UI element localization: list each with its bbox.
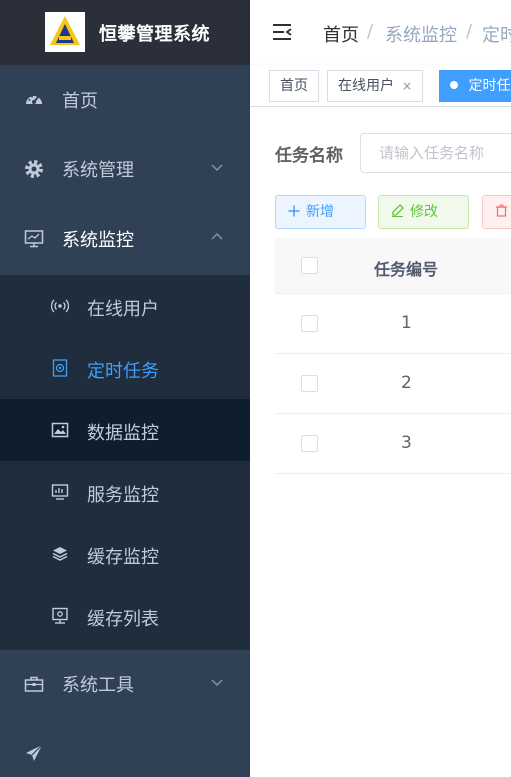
tag-online-users[interactable]: 在线用户 × — [327, 70, 424, 102]
tag-label: 首页 — [280, 78, 308, 94]
sidebar-subitem-label: 缓存监控 — [87, 547, 159, 568]
table-row[interactable]: 2 — [275, 354, 511, 414]
sidebar-subitem-cache-list[interactable]: 缓存列表 — [0, 585, 250, 647]
tag-label: 定时任 — [468, 78, 511, 94]
edit-button-label: 修改 — [410, 204, 438, 220]
breadcrumb-current: 定时 — [482, 25, 511, 46]
sidebar-subitem-jobs[interactable]: 定时任务 — [0, 337, 250, 399]
logo-icon — [45, 12, 85, 52]
redis-icon — [51, 545, 69, 563]
sidebar-item-system[interactable]: 系统管理 — [0, 135, 250, 204]
sidebar-subitem-cache-monitor[interactable]: 缓存监控 — [0, 523, 250, 585]
tags-view: 首页 在线用户 × 定时任 — [250, 65, 511, 107]
monitor-icon — [24, 229, 44, 249]
sidebar-subitem-label: 定时任务 — [87, 361, 159, 382]
trash-icon — [496, 204, 507, 217]
app-title: 恒攀管理系统 — [99, 24, 210, 45]
edit-icon — [392, 204, 404, 217]
main-content: 任务名称 新增 修改 任务编号 1 2 3 — [250, 107, 511, 777]
toolbox-icon — [24, 674, 44, 694]
sidebar-subitem-label: 服务监控 — [87, 485, 159, 506]
plus-icon — [288, 205, 300, 217]
logo-bar[interactable]: 恒攀管理系统 — [0, 0, 250, 65]
delete-button[interactable] — [482, 195, 511, 229]
breadcrumb-home[interactable]: 首页 — [323, 21, 359, 47]
sidebar-subitem-online-users[interactable]: 在线用户 — [0, 275, 250, 337]
breadcrumb-separator: / — [466, 21, 473, 42]
tag-jobs[interactable]: 定时任 — [439, 70, 511, 102]
chevron-down-icon — [210, 158, 224, 172]
sidebar: 恒攀管理系统 首页 系统管理 系统监控 在线用户 定时任务 数据监控 服务监控 … — [0, 0, 250, 777]
row-checkbox[interactable] — [301, 315, 318, 332]
cell-job-id: 3 — [401, 433, 412, 453]
table-row[interactable]: 3 — [275, 414, 511, 474]
job-name-input[interactable] — [360, 133, 511, 173]
sidebar-item-guide[interactable] — [0, 719, 250, 777]
online-icon — [50, 297, 70, 315]
sidebar-item-label: 系统监控 — [62, 230, 134, 251]
select-all-checkbox[interactable] — [301, 257, 318, 274]
column-header-job-id: 任务编号 — [374, 260, 439, 279]
sidebar-item-label: 系统管理 — [62, 160, 134, 181]
cell-job-id: 2 — [401, 373, 412, 393]
tag-home[interactable]: 首页 — [269, 70, 319, 102]
sidebar-subitem-data-monitor[interactable]: 数据监控 — [0, 399, 250, 461]
paper-plane-icon — [24, 743, 44, 763]
sidebar-subitem-server-monitor[interactable]: 服务监控 — [0, 461, 250, 523]
sidebar-subitem-label: 在线用户 — [87, 299, 159, 320]
chevron-down-icon — [210, 673, 224, 687]
job-icon — [51, 359, 69, 377]
breadcrumb-separator: / — [367, 21, 374, 42]
sidebar-subitem-label: 缓存列表 — [87, 609, 159, 630]
table-header: 任务编号 — [275, 238, 511, 294]
sidebar-item-label: 系统工具 — [62, 675, 134, 696]
monitor-submenu: 在线用户 定时任务 数据监控 服务监控 缓存监控 缓存列表 — [0, 275, 250, 650]
table-row[interactable]: 1 — [275, 294, 511, 354]
hamburger-icon[interactable] — [272, 22, 292, 42]
close-icon[interactable]: × — [402, 79, 412, 93]
gear-icon — [24, 159, 44, 179]
sidebar-subitem-label: 数据监控 — [87, 423, 159, 444]
row-checkbox[interactable] — [301, 375, 318, 392]
sidebar-item-monitor[interactable]: 系统监控 — [0, 205, 250, 274]
add-button-label: 新增 — [306, 204, 334, 220]
job-name-label: 任务名称 — [275, 146, 343, 166]
cell-job-id: 1 — [401, 313, 412, 333]
dashboard-icon — [24, 90, 44, 110]
sidebar-item-tools[interactable]: 系统工具 — [0, 650, 250, 719]
tag-label: 在线用户 — [338, 78, 394, 94]
navbar: 首页 / 系统监控 / 定时 — [250, 0, 511, 65]
edit-button[interactable]: 修改 — [378, 195, 469, 229]
row-checkbox[interactable] — [301, 435, 318, 452]
chevron-up-icon — [210, 228, 224, 242]
redis-list-icon — [51, 607, 69, 625]
add-button[interactable]: 新增 — [275, 195, 366, 229]
server-icon — [51, 483, 69, 501]
druid-icon — [51, 421, 69, 439]
sidebar-item-home[interactable]: 首页 — [0, 66, 250, 135]
sidebar-item-label: 首页 — [62, 91, 98, 112]
breadcrumb-parent: 系统监控 — [385, 25, 457, 46]
